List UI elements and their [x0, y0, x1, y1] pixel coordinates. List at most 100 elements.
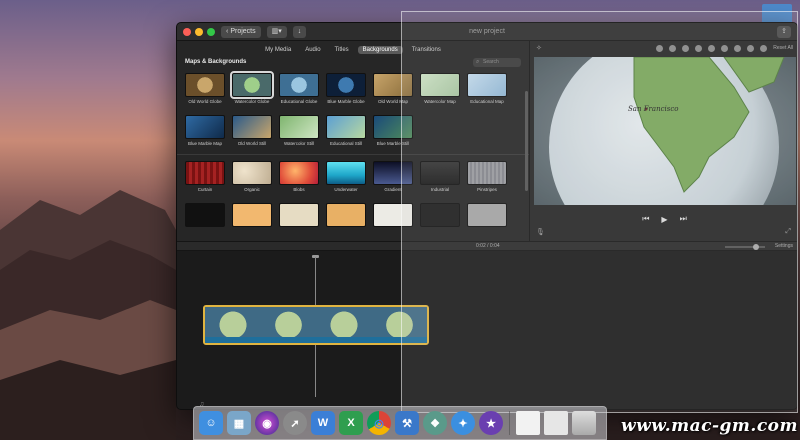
thumb-background-5[interactable] — [373, 203, 413, 227]
map-thumbnail — [420, 73, 460, 97]
zoom-slider-track[interactable] — [725, 246, 765, 248]
thumb-industrial[interactable]: Industrial — [420, 161, 460, 192]
map-thumbnail — [185, 115, 225, 139]
play-icon[interactable]: ▶ — [661, 215, 667, 224]
background-thumbnail — [279, 203, 319, 227]
thumb-blue-marble-globe[interactable]: Blue Marble Globe — [326, 73, 366, 104]
close-icon[interactable] — [183, 27, 191, 36]
video-preview: San Francisco — [534, 57, 796, 205]
import-button[interactable]: ↓ — [292, 25, 307, 38]
minimize-icon[interactable] — [195, 27, 203, 36]
thumb-background-3[interactable] — [279, 203, 319, 227]
tab-audio[interactable]: Audio — [300, 46, 325, 54]
search-input[interactable]: ⌕ Search — [473, 57, 521, 67]
thumb-organic[interactable]: Organic — [232, 161, 272, 192]
app-glyph: X — [347, 417, 355, 429]
thumb-old-world-still[interactable]: Old World Still — [232, 115, 272, 146]
thumb-pinstripes[interactable]: Pinstripes — [467, 161, 507, 192]
browser-scrollbar[interactable] — [525, 91, 528, 191]
thumb-blue-marble-map[interactable]: Blue Marble Map — [185, 115, 225, 146]
library-toggle-button[interactable]: ▥▾ — [266, 25, 287, 38]
background-thumbnail — [373, 161, 413, 185]
stabilization-icon[interactable] — [695, 44, 703, 52]
chevron-left-icon: ‹ — [226, 27, 229, 35]
timeline-clip[interactable] — [203, 305, 429, 345]
fullscreen-icon[interactable]: ⤢ — [785, 228, 791, 236]
color-balance-icon[interactable] — [656, 44, 664, 52]
magic-wand-icon[interactable]: ✧ — [536, 44, 542, 52]
tab-backgrounds[interactable]: Backgrounds — [357, 45, 403, 54]
thumb-educational-globe[interactable]: Educational Globe — [279, 73, 319, 104]
dock-stack-icon[interactable] — [516, 411, 540, 435]
thumb-blue-marble-still[interactable]: Blue Marble Still — [373, 115, 413, 146]
dock-chrome-icon[interactable]: ◎ — [367, 411, 391, 435]
info-icon[interactable] — [760, 44, 768, 52]
trash-icon[interactable] — [572, 411, 596, 435]
thumb-underwater[interactable]: Underwater — [326, 161, 366, 192]
thumb-background-4[interactable] — [326, 203, 366, 227]
maps-grid-row2: Blue Marble Map Old World Still Watercol… — [185, 115, 515, 146]
thumb-educational-still[interactable]: Educational Still — [326, 115, 366, 146]
zoom-slider-knob[interactable] — [753, 244, 759, 250]
thumb-old-world-globe[interactable]: Old World Globe — [185, 73, 225, 104]
volume-icon[interactable] — [708, 44, 716, 52]
site-watermark: www.mac-gm.com — [621, 416, 798, 436]
dock-safari-icon[interactable]: ✦ — [451, 411, 475, 435]
filter-icon[interactable] — [747, 44, 755, 52]
dock-finder-icon[interactable]: ☺ — [199, 411, 223, 435]
noise-reduction-icon[interactable] — [721, 44, 729, 52]
background-thumbnail — [232, 203, 272, 227]
dock-word-icon[interactable]: W — [311, 411, 335, 435]
section-title: Maps & Backgrounds — [185, 59, 247, 65]
dock-preview-icon[interactable]: ▦ — [227, 411, 251, 435]
projects-button[interactable]: ‹ Projects — [221, 25, 261, 38]
app-glyph: ◉ — [262, 417, 272, 430]
thumb-label: Watercolor Map — [424, 99, 456, 104]
share-button[interactable]: ⇪ — [777, 26, 791, 38]
skip-forward-icon[interactable]: ⏭ — [680, 214, 687, 224]
color-correction-icon[interactable] — [669, 44, 677, 52]
map-city-label: San Francisco — [628, 105, 679, 113]
thumb-background-1[interactable] — [185, 203, 225, 227]
thumb-gradient[interactable]: Gradient — [373, 161, 413, 192]
background-thumbnail — [373, 203, 413, 227]
dock-excel-icon[interactable]: X — [339, 411, 363, 435]
dock-imovie-icon[interactable]: ★ — [479, 411, 503, 435]
dock-app-icon[interactable]: ❖ — [423, 411, 447, 435]
clip-frame — [205, 307, 261, 337]
thumb-curtain[interactable]: Curtain — [185, 161, 225, 192]
tab-transitions[interactable]: Transitions — [407, 46, 446, 54]
skip-back-icon[interactable]: ⏮ — [642, 214, 649, 224]
thumb-educational-map[interactable]: Educational Map — [467, 73, 507, 104]
clip-frame — [260, 307, 316, 337]
background-thumbnail — [326, 161, 366, 185]
thumb-background-2[interactable] — [232, 203, 272, 227]
thumb-watercolor-globe[interactable]: Watercolor Globe — [230, 71, 274, 104]
dock-siri-icon[interactable]: ◉ — [255, 411, 279, 435]
tab-my-media[interactable]: My Media — [260, 46, 296, 54]
dock-xcode-icon[interactable]: ⚒ — [395, 411, 419, 435]
speed-icon[interactable] — [734, 44, 742, 52]
timeline-settings-button[interactable]: Settings — [775, 243, 793, 249]
playback-controls: ⏮ ▶ ⏭ — [530, 211, 797, 227]
crop-icon[interactable] — [682, 44, 690, 52]
thumb-blobs[interactable]: Blobs — [279, 161, 319, 192]
thumb-watercolor-map[interactable]: Watercolor Map — [420, 73, 460, 104]
tab-titles[interactable]: Titles — [330, 46, 354, 54]
microphone-icon[interactable]: 🎙 — [536, 228, 545, 236]
dock-launchpad-icon[interactable]: ➚ — [283, 411, 307, 435]
thumb-label: Watercolor Still — [283, 141, 315, 146]
thumb-background-6[interactable] — [420, 203, 460, 227]
app-glyph: ➚ — [290, 417, 300, 430]
thumb-watercolor-still[interactable]: Watercolor Still — [279, 115, 319, 146]
thumb-old-world-map[interactable]: Old World Map — [373, 73, 413, 104]
thumb-background-7[interactable] — [467, 203, 507, 227]
app-glyph: ☺ — [205, 417, 217, 429]
timeline[interactable]: ♫ — [177, 251, 797, 409]
zoom-icon[interactable] — [207, 27, 215, 36]
dock-stack-icon[interactable] — [544, 411, 568, 435]
map-thumbnail — [373, 73, 413, 97]
thumb-label: Blue Marble Globe — [327, 99, 365, 104]
desktop-folder-icon[interactable] — [762, 4, 792, 24]
reset-all-button[interactable]: Reset All — [773, 45, 793, 51]
